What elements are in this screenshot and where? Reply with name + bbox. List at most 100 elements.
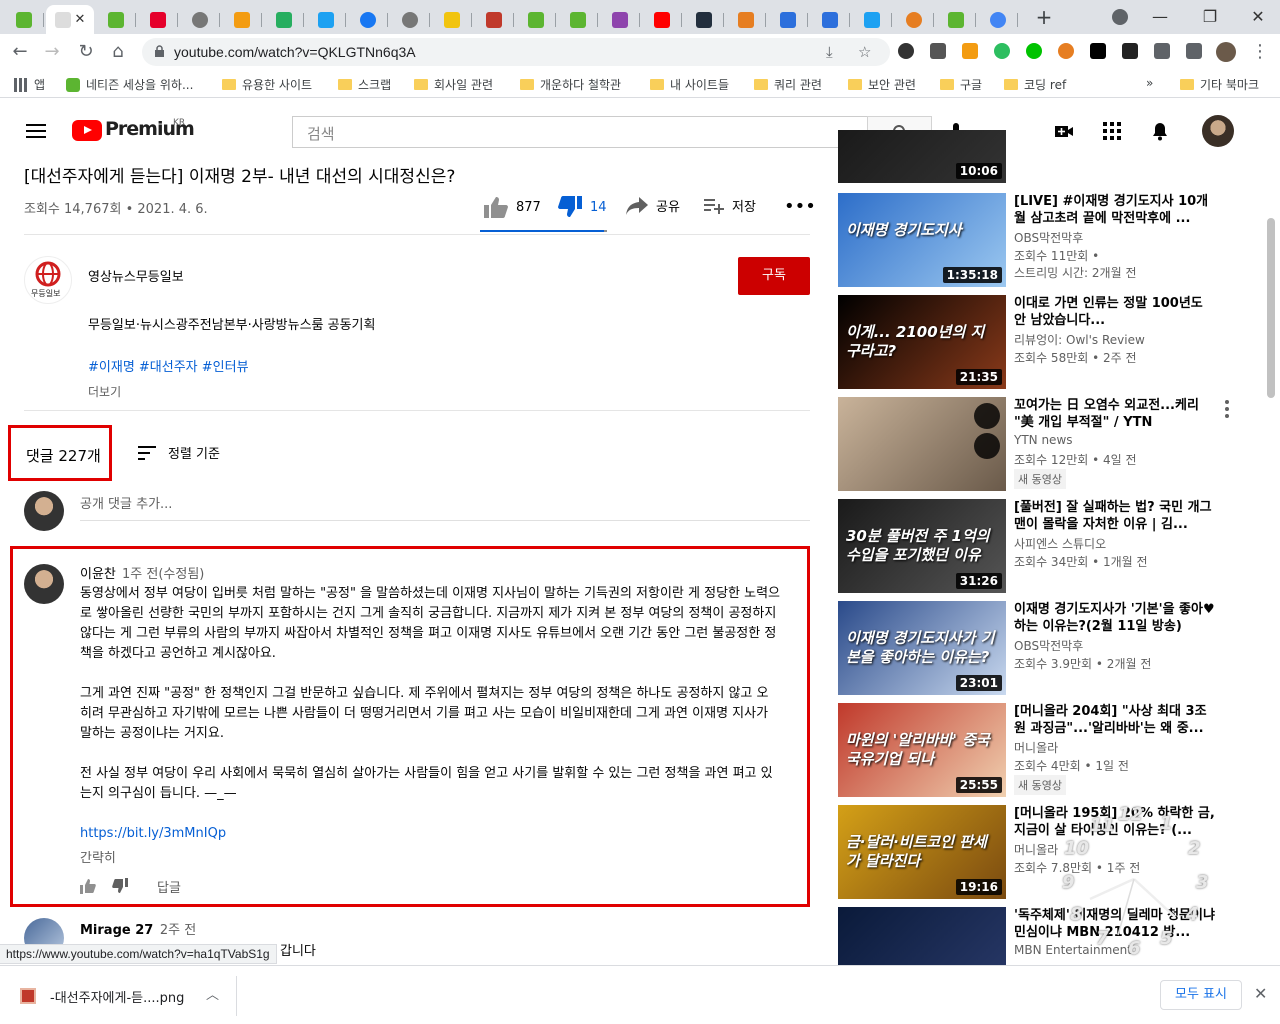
- browser-tab[interactable]: [936, 5, 976, 34]
- minimize-icon[interactable]: —: [1150, 7, 1170, 26]
- bookmark-folder[interactable]: 코딩 ref: [1004, 76, 1066, 93]
- create-video-icon[interactable]: [1054, 121, 1074, 141]
- channel-logo[interactable]: 무등일보: [24, 256, 72, 304]
- apps-grid-icon[interactable]: [1102, 121, 1122, 141]
- dislike-button[interactable]: 14: [558, 196, 607, 218]
- channel-name[interactable]: 영상뉴스무등일보: [88, 266, 184, 285]
- image-file-icon[interactable]: [20, 988, 36, 1004]
- browser-tab[interactable]: [96, 5, 136, 34]
- comment-like-icon[interactable]: [80, 878, 96, 894]
- like-button[interactable]: 877: [484, 196, 541, 218]
- bookmark-folder[interactable]: 유용한 사이트: [222, 76, 312, 93]
- extension-icon[interactable]: [1090, 43, 1106, 59]
- extension-icon[interactable]: [1058, 43, 1074, 59]
- video-thumbnail[interactable]: [838, 397, 1006, 491]
- extension-icon[interactable]: [898, 43, 914, 59]
- browser-tab[interactable]: [558, 5, 598, 34]
- search-input[interactable]: 검색: [292, 116, 868, 148]
- bookmark-folder[interactable]: 구글: [940, 76, 982, 93]
- add-to-queue-icon[interactable]: [974, 433, 1000, 459]
- more-actions-icon[interactable]: •••: [784, 196, 816, 217]
- user-avatar[interactable]: [1202, 115, 1234, 147]
- browser-menu-icon[interactable]: ⋮: [1248, 40, 1272, 64]
- video-thumbnail[interactable]: 금·달러·비트코인 판세가 달라진다 19:16: [838, 805, 1006, 899]
- bookmark-folder[interactable]: 스크랩: [338, 76, 391, 93]
- close-tab-icon[interactable]: ✕: [75, 12, 86, 27]
- rss-icon[interactable]: [962, 43, 978, 59]
- bookmark-folder[interactable]: 내 사이트들: [650, 76, 729, 93]
- video-thumbnail[interactable]: 10:06: [838, 130, 1006, 183]
- browser-tab[interactable]: [222, 5, 262, 34]
- show-more-button[interactable]: 더보기: [88, 383, 121, 400]
- comment-author-avatar[interactable]: [24, 564, 64, 604]
- comment-author-name[interactable]: 이윤찬: [80, 567, 116, 582]
- restore-icon[interactable]: ❐: [1200, 7, 1220, 26]
- related-video-channel[interactable]: YTN news: [1014, 433, 1073, 447]
- extension-icon[interactable]: [930, 43, 946, 59]
- hamburger-menu-icon[interactable]: [26, 124, 46, 138]
- related-video-title[interactable]: 꼬여가는 日 오염수 외교전...케리 "美 개입 부적절" / YTN: [1014, 397, 1219, 431]
- browser-tab[interactable]: [600, 5, 640, 34]
- profile-avatar[interactable]: [1216, 42, 1236, 62]
- save-button[interactable]: 저장: [704, 196, 756, 215]
- download-arrow-icon[interactable]: [1122, 43, 1138, 59]
- download-filename[interactable]: -대선주자에게-듣....png: [50, 987, 184, 1006]
- close-window-icon[interactable]: ✕: [1248, 7, 1268, 26]
- browser-tab[interactable]: [138, 5, 178, 34]
- puzzle-icon[interactable]: [1154, 43, 1170, 59]
- video-thumbnail[interactable]: 마윈의 '알리바바' 중국 국유기업 되나 25:55: [838, 703, 1006, 797]
- related-video-channel[interactable]: 머니올라: [1014, 739, 1058, 756]
- browser-tab-active[interactable]: ✕: [46, 5, 94, 34]
- reload-icon[interactable]: ↻: [74, 40, 98, 64]
- bookmark-folder[interactable]: 보안 관련: [848, 76, 916, 93]
- video-hashtags[interactable]: #이재명 #대선주자 #인터뷰: [88, 356, 249, 375]
- bookmark-other-folder[interactable]: 기타 북마크: [1180, 76, 1259, 93]
- address-bar[interactable]: youtube.com/watch?v=QKLGTNn6q3A ⤓ ☆: [142, 38, 890, 66]
- browser-tab[interactable]: [264, 5, 304, 34]
- browser-tab[interactable]: [810, 5, 850, 34]
- sort-icon[interactable]: [138, 446, 156, 460]
- related-video-title[interactable]: 이재명 경기도지사가 '기본'을 좋아♥하는 이유는?(2월 11일 방송): [1014, 601, 1219, 635]
- comment-link[interactable]: https://bit.ly/3mMnIQp: [80, 826, 226, 841]
- new-tab-button[interactable]: +: [1032, 6, 1056, 30]
- show-less-button[interactable]: 간략히: [80, 847, 116, 866]
- back-icon[interactable]: ←: [8, 40, 32, 64]
- chat-icon[interactable]: [1026, 43, 1042, 59]
- bookmark-apps[interactable]: 앱: [14, 76, 45, 93]
- install-icon[interactable]: ⤓: [826, 43, 833, 61]
- forward-icon[interactable]: →: [40, 40, 64, 64]
- related-video-title[interactable]: [머니올라 204회] "사상 최대 3조 원 과징금"...'알리바바'는 왜…: [1014, 703, 1219, 737]
- close-download-bar-icon[interactable]: ✕: [1254, 984, 1267, 1003]
- browser-tab[interactable]: [348, 5, 388, 34]
- related-video-channel[interactable]: OBS막전막후: [1014, 229, 1083, 246]
- browser-tab[interactable]: [978, 5, 1018, 34]
- watch-later-icon[interactable]: [974, 403, 1000, 429]
- home-icon[interactable]: ⌂: [106, 40, 130, 64]
- video-menu-icon[interactable]: [1225, 400, 1229, 418]
- related-video-title[interactable]: 이대로 가면 인류는 정말 100년도 안 남았습니다...: [1014, 295, 1219, 329]
- comment-author-name[interactable]: Mirage 27: [80, 923, 153, 938]
- chevron-up-icon[interactable]: ︿: [206, 984, 219, 1003]
- comment-dislike-icon[interactable]: [112, 878, 128, 894]
- bookmark-folder[interactable]: 쿼리 관련: [754, 76, 822, 93]
- comment-time[interactable]: 1주 전(수정됨): [122, 567, 204, 582]
- browser-tab[interactable]: [180, 5, 220, 34]
- browser-tab[interactable]: [642, 5, 682, 34]
- reply-button[interactable]: 답글: [157, 877, 181, 896]
- browser-tab[interactable]: [432, 5, 472, 34]
- share-button[interactable]: 공유: [626, 196, 680, 215]
- browser-tab[interactable]: [894, 5, 934, 34]
- video-thumbnail[interactable]: 이재명 경기도지사가 기본을 좋아하는 이유는? 23:01: [838, 601, 1006, 695]
- add-comment-input[interactable]: 공개 댓글 추가...: [80, 493, 810, 521]
- related-video-title[interactable]: [LIVE] #이재명 경기도지사 10개월 삼고초려 끝에 막전막후에 ...: [1014, 193, 1219, 227]
- bookmark-star-icon[interactable]: ☆: [858, 43, 871, 61]
- bookmark-folder[interactable]: 회사일 관련: [414, 76, 493, 93]
- related-video-channel[interactable]: MBN Entertainment: [1014, 943, 1132, 957]
- related-video-channel[interactable]: OBS막전막후: [1014, 637, 1083, 654]
- bookmark-item[interactable]: 네티즌 세상을 위하...: [66, 76, 193, 93]
- media-icon[interactable]: [1186, 43, 1202, 59]
- browser-tab[interactable]: [726, 5, 766, 34]
- related-video-channel[interactable]: 리뷰엉이: Owl's Review: [1014, 331, 1145, 348]
- youtube-logo-icon[interactable]: [72, 120, 102, 141]
- browser-tab[interactable]: [474, 5, 514, 34]
